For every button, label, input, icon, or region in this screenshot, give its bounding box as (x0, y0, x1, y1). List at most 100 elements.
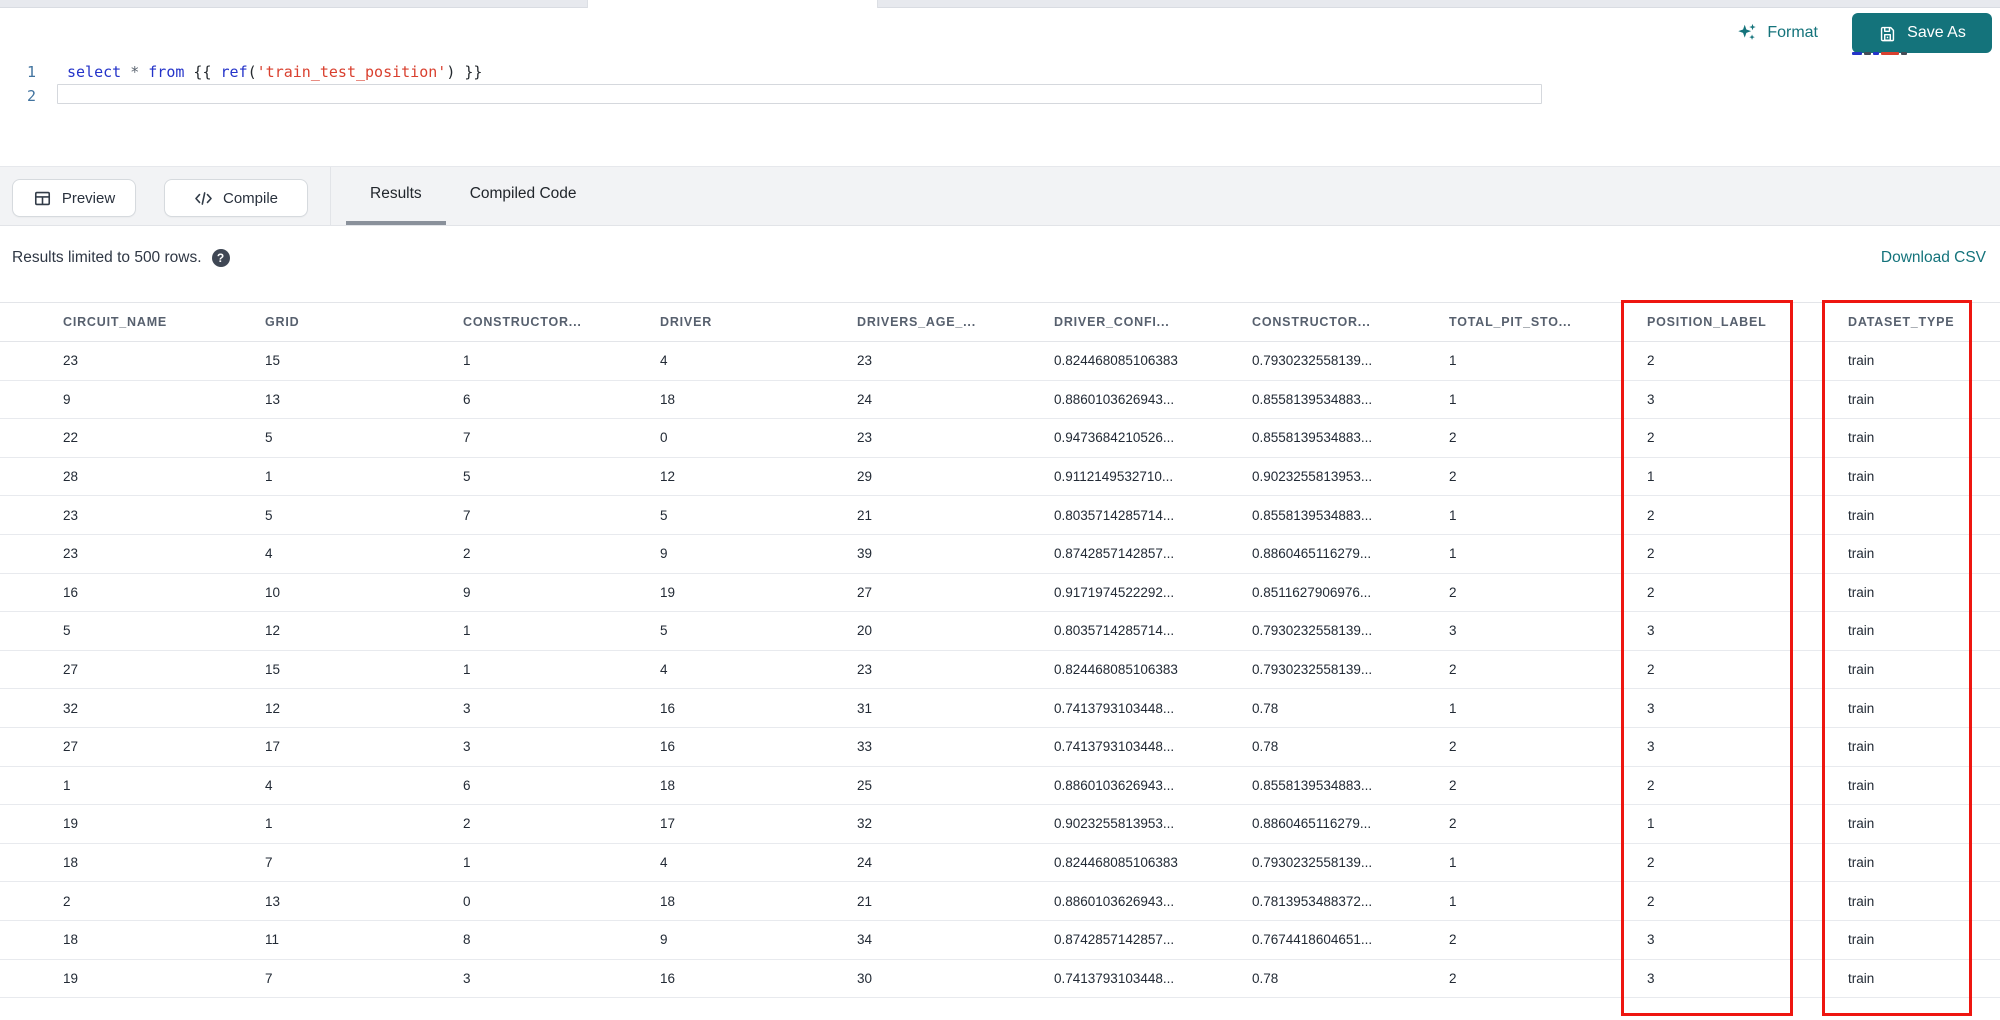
table-cell: 0.7813953488372... (1189, 881, 1386, 921)
table-cell: 12 (202, 611, 400, 651)
table-row: 2 13 0 18 21 0.8860103626943... 0.781395348837… (0, 881, 2000, 921)
column-header[interactable]: POSITION_LABEL (1584, 302, 1785, 342)
table-cell: 19 (0, 804, 202, 844)
table-cell: 0.8558139534883... (1189, 418, 1386, 458)
results-limit-text: Results limited to 500 rows. (12, 249, 202, 266)
line-number: 1 (26, 63, 36, 81)
table-cell: 0.8035714285714... (991, 611, 1189, 651)
table-cell: train (1785, 727, 2000, 767)
editor-minimap[interactable] (1852, 51, 1910, 55)
table-cell: 24 (794, 843, 991, 883)
format-button[interactable]: Format (1736, 22, 1818, 44)
code-token-plain: ( (247, 63, 257, 81)
table-cell: 4 (597, 650, 794, 690)
active-file-tab[interactable] (587, 0, 878, 8)
table-row: 9 13 6 18 24 0.8860103626943... 0.855813953488… (0, 380, 2000, 420)
line-number: 2 (26, 87, 36, 105)
table-cell: 0.824468085106383 (991, 843, 1189, 883)
table-cell: 23 (794, 418, 991, 458)
table-cell: train (1785, 341, 2000, 381)
table-cell: 23 (0, 495, 202, 535)
tab-results[interactable]: Results (346, 167, 446, 225)
table-grid-icon (33, 189, 52, 208)
table-cell: 1 (1386, 380, 1584, 420)
results-tabs: Results Compiled Code (346, 167, 601, 225)
column-header[interactable]: CONSTRUCTOR... (400, 302, 597, 342)
results-info-bar: Results limited to 500 rows. ? Download … (0, 226, 2000, 290)
table-cell: 0.8558139534883... (1189, 766, 1386, 806)
code-line[interactable]: select * from {{ ref('train_test_positio… (67, 62, 482, 82)
table-cell: 0.824468085106383 (991, 341, 1189, 381)
table-cell: 0.7930232558139... (1189, 341, 1386, 381)
table-cell: 28 (0, 457, 202, 497)
table-cell: 18 (0, 843, 202, 883)
table-cell: 29 (794, 457, 991, 497)
table-cell: train (1785, 843, 2000, 883)
editor-cursor-line[interactable] (57, 84, 1542, 104)
table-cell: 16 (597, 688, 794, 728)
table-cell: 4 (202, 534, 400, 574)
table-cell: 2 (1584, 650, 1785, 690)
table-cell: train (1785, 573, 2000, 613)
minimap-mark (1901, 51, 1907, 55)
code-token-plain: ) }} (446, 63, 483, 81)
table-cell: 24 (794, 380, 991, 420)
table-cell: 0.8558139534883... (1189, 380, 1386, 420)
table-cell: 4 (202, 766, 400, 806)
save-as-button[interactable]: Save As (1852, 13, 1992, 53)
preview-button[interactable]: Preview (12, 179, 136, 217)
column-header[interactable]: CIRCUIT_NAME (0, 302, 202, 342)
tab-compiled-code[interactable]: Compiled Code (446, 167, 601, 225)
column-header[interactable]: CONSTRUCTOR... (1189, 302, 1386, 342)
table-cell: 1 (1584, 804, 1785, 844)
table-row: 23 5 7 5 21 0.8035714285714... 0.8558139534883… (0, 495, 2000, 535)
code-token-plain: {{ (184, 63, 221, 81)
column-header[interactable]: GRID (202, 302, 400, 342)
table-cell: 9 (400, 573, 597, 613)
help-icon[interactable]: ? (211, 249, 230, 267)
table-cell: train (1785, 418, 2000, 458)
code-token-keyword: select (67, 63, 122, 81)
table-cell: 2 (1584, 881, 1785, 921)
table-cell: 1 (1386, 688, 1584, 728)
table-cell: 0.8742857142857... (991, 920, 1189, 960)
download-csv-link[interactable]: Download CSV (1881, 249, 1986, 267)
table-cell: train (1785, 534, 2000, 574)
table-cell: 2 (1584, 495, 1785, 535)
table-cell: 0.824468085106383 (991, 650, 1189, 690)
table-row: 5 12 1 5 20 0.8035714285714... 0.7930232558139… (0, 611, 2000, 651)
table-cell: 13 (202, 380, 400, 420)
table-cell: 5 (202, 418, 400, 458)
table-cell: 0.7674418604651... (1189, 920, 1386, 960)
table-cell: 2 (1386, 457, 1584, 497)
toolbar-divider (330, 167, 331, 225)
table-row: 28 1 5 12 29 0.9112149532710... 0.902325581395… (0, 457, 2000, 497)
table-cell: 2 (400, 534, 597, 574)
column-header[interactable]: DRIVER_CONFI... (991, 302, 1189, 342)
code-editor[interactable]: 1 2 select * from {{ ref('train_test_pos… (0, 8, 2000, 166)
table-cell: 0.8511627906976... (1189, 573, 1386, 613)
minimap-mark (1864, 51, 1871, 55)
code-brackets-icon (194, 189, 213, 208)
minimap-mark (1881, 51, 1899, 55)
table-cell: 23 (0, 534, 202, 574)
table-cell: 0.7930232558139... (1189, 650, 1386, 690)
table-cell: 13 (202, 881, 400, 921)
table-row: 19 1 2 17 32 0.9023255813953... 0.886046511627… (0, 804, 2000, 844)
table-row: 27 17 3 16 33 0.7413793103448... 0.78 2 3 train (0, 727, 2000, 767)
table-cell: 0.7413793103448... (991, 959, 1189, 999)
table-cell: 3 (400, 959, 597, 999)
table-cell: 2 (0, 881, 202, 921)
column-header[interactable]: TOTAL_PIT_STO... (1386, 302, 1584, 342)
column-header[interactable]: DATASET_TYPE (1785, 302, 2000, 342)
column-header[interactable]: DRIVER (597, 302, 794, 342)
table-cell: train (1785, 380, 2000, 420)
compile-button[interactable]: Compile (164, 179, 308, 217)
column-header[interactable]: DRIVERS_AGE_... (794, 302, 991, 342)
table-cell: 2 (1584, 766, 1785, 806)
table-cell: 2 (1386, 727, 1584, 767)
table-cell: 0.9473684210526... (991, 418, 1189, 458)
table-cell: 1 (1386, 495, 1584, 535)
table-cell: 0.9023255813953... (1189, 457, 1386, 497)
